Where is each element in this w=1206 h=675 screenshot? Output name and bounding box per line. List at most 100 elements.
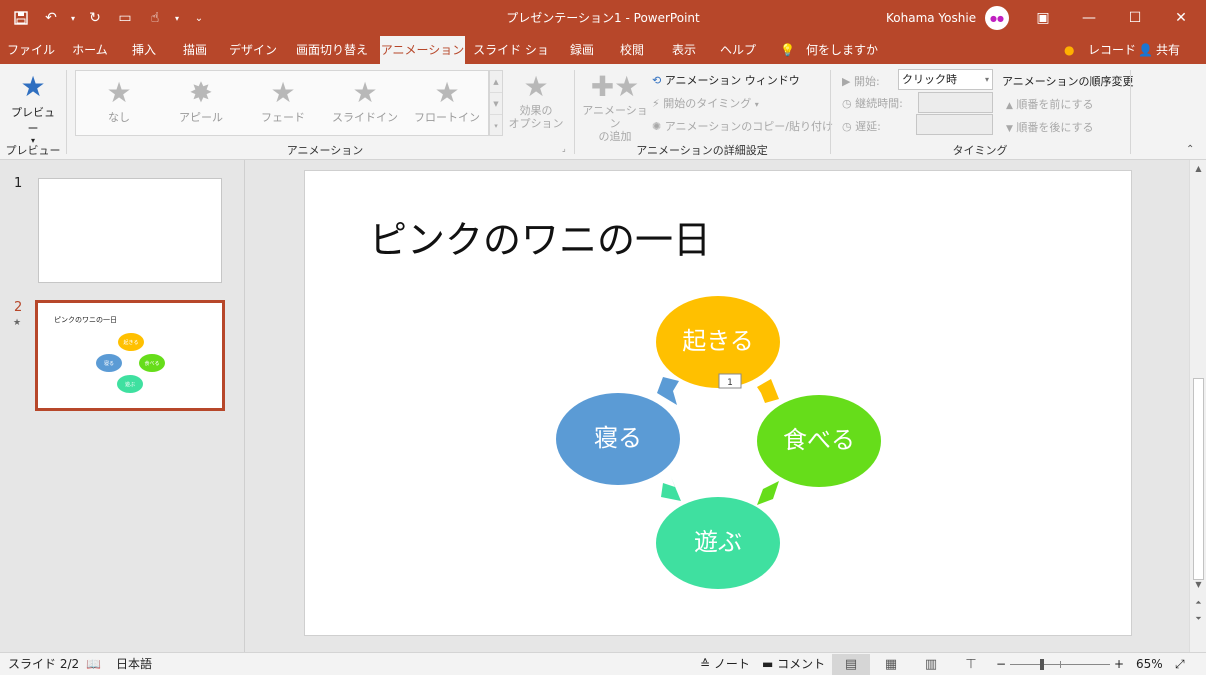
tab-review[interactable]: 校閲 (610, 36, 654, 64)
minimize-icon[interactable]: — (1066, 0, 1112, 36)
thumbnail-number: 1 (14, 176, 23, 191)
status-bar: スライド 2/2 📖 日本語 ≙ ノート ▬ コメント ▤ ▦ ▥ ⊤ − + … (0, 652, 1206, 675)
animation-painter-button[interactable]: ✺ アニメーションのコピー/貼り付け (652, 118, 833, 134)
slide-thumbnail-1[interactable] (38, 178, 222, 283)
tab-design[interactable]: デザイン (224, 36, 282, 64)
thumbnail-diagram: 起きる 食べる 遊ぶ 寝る (96, 333, 165, 393)
advanced-group-label: アニメーションの詳細設定 (636, 144, 768, 157)
vertical-scrollbar[interactable]: ▲ ▼ ⏶ ⏷ (1189, 160, 1206, 652)
add-animation-button[interactable]: ✚★ アニメーション の追加 (580, 70, 650, 143)
gallery-scroll[interactable]: ▲ ▼ ▾ (489, 70, 503, 136)
chevron-down-icon: ▾ (754, 100, 759, 109)
move-earlier-button[interactable]: ▲ 順番を前にする (1006, 96, 1094, 112)
delay-spinner[interactable] (916, 114, 993, 135)
accessibility-icon[interactable]: 📖 (86, 653, 101, 675)
animation-gallery: ★ なし ✸ アピール ★ フェード ★ スライドイン ★ フロートイン (75, 70, 489, 136)
share-button[interactable]: 共有 (1156, 36, 1180, 64)
thumb-node-label: 食べる (144, 360, 159, 367)
preview-label: プレビュー (11, 106, 55, 135)
lightning-icon: ⚡ (652, 97, 660, 110)
zoom-slider-center (1060, 661, 1061, 668)
triangle-up-icon: ▲ (1006, 101, 1013, 111)
scroll-thumb[interactable] (1193, 378, 1204, 580)
move-later-button[interactable]: ▼ 順番を後にする (1006, 119, 1094, 135)
tab-home[interactable]: ホーム (64, 36, 116, 64)
slide-canvas[interactable]: ピンクのワニの一日 起きる 食べる 遊ぶ 寝る 1 (304, 170, 1132, 636)
cycle-diagram: 起きる 食べる 遊ぶ 寝る 1 (556, 296, 881, 589)
reorder-title: アニメーションの順序変更 (1002, 75, 1134, 88)
tab-help[interactable]: ヘルプ (714, 36, 762, 64)
scroll-up-icon[interactable]: ▲ (1190, 162, 1206, 176)
zoom-slider[interactable] (1010, 659, 1110, 670)
zoom-level[interactable]: 65% (1136, 653, 1163, 675)
slide-sorter-icon[interactable]: ▦ (872, 654, 910, 675)
animation-order-number: 1 (727, 378, 733, 388)
gallery-more-icon[interactable]: ▾ (490, 115, 502, 137)
star-icon: ★ (106, 76, 132, 109)
maximize-icon[interactable]: ☐ (1112, 0, 1158, 36)
tab-insert[interactable]: 挿入 (122, 36, 166, 64)
close-icon[interactable]: ✕ (1158, 0, 1204, 36)
animation-pane-button[interactable]: ⟲ アニメーション ウィンドウ (652, 72, 800, 88)
divider (66, 70, 67, 154)
gallery-item-fade[interactable]: ★ フェード (248, 77, 318, 131)
tab-draw[interactable]: 描画 (172, 36, 218, 64)
avatar[interactable]: ●● (985, 6, 1009, 30)
tab-record[interactable]: 録画 (560, 36, 604, 64)
ribbon-display-options-icon[interactable]: ▣ (1020, 0, 1066, 36)
triangle-down-icon: ▼ (1006, 124, 1013, 134)
tab-animations[interactable]: アニメーション (380, 36, 465, 64)
record-dot-icon: ● (1064, 43, 1075, 57)
next-slide-icon[interactable]: ⏷ (1190, 612, 1206, 626)
zoom-slider-thumb[interactable] (1040, 659, 1044, 670)
tab-view[interactable]: 表示 (662, 36, 706, 64)
comment-icon: ▬ (762, 657, 774, 671)
trigger-button[interactable]: ⚡ 開始のタイミング ▾ (652, 95, 759, 111)
preview-star-icon: ★ (20, 70, 46, 103)
gallery-item-fly-in[interactable]: ★ スライドイン (330, 77, 400, 131)
comments-button[interactable]: ▬ コメント (762, 653, 825, 675)
gallery-item-float-in[interactable]: ★ フロートイン (412, 77, 482, 131)
animation-group-label: アニメーション (286, 144, 364, 157)
tell-me-box[interactable]: 何をしますか (806, 36, 878, 64)
duration-spinner[interactable] (918, 92, 993, 113)
normal-view-icon[interactable]: ▤ (832, 654, 870, 675)
clock-icon: ◷ (842, 120, 852, 133)
gallery-up-icon[interactable]: ▲ (490, 71, 502, 93)
arrow-eat-to-play (757, 481, 779, 505)
dialog-launcher-icon[interactable]: ⌟ (562, 144, 566, 153)
scroll-down-icon[interactable]: ▼ (1190, 578, 1206, 592)
reading-view-icon[interactable]: ▥ (912, 654, 950, 675)
animation-pane-icon: ⟲ (652, 74, 662, 87)
tab-transitions[interactable]: 画面切り替え (290, 36, 374, 64)
previous-slide-icon[interactable]: ⏶ (1190, 596, 1206, 610)
add-animation-star-icon: ✚★ (590, 70, 640, 103)
node-label: 寝る (594, 424, 642, 452)
user-name[interactable]: Kohama Yoshie (886, 0, 976, 36)
collapse-ribbon-icon[interactable]: ⌃ (1186, 144, 1194, 155)
start-label: ▶ 開始: (842, 75, 880, 88)
zoom-out-icon[interactable]: − (996, 653, 1006, 675)
node-label: 遊ぶ (694, 528, 742, 556)
divider (1130, 70, 1131, 154)
gallery-item-none[interactable]: ★ なし (84, 77, 154, 131)
slide-info: スライド 2/2 (8, 657, 80, 671)
preview-button[interactable]: ★ プレビュー ▾ (6, 70, 60, 145)
arrow-wake-to-eat (757, 379, 779, 403)
zoom-in-icon[interactable]: + (1114, 653, 1124, 675)
tab-slideshow[interactable]: スライド ショー (470, 36, 552, 85)
chevron-down-icon: ▾ (984, 75, 989, 84)
thumbnail-number: 2 (14, 300, 23, 315)
record-button[interactable]: レコード (1088, 36, 1136, 64)
start-select[interactable]: クリック時 ▾ (898, 69, 993, 90)
effect-options-button[interactable]: ★ 効果の オプション (506, 70, 566, 136)
tab-file[interactable]: ファイル (6, 36, 56, 64)
language[interactable]: 日本語 (116, 653, 152, 675)
node-label: 食べる (783, 426, 855, 454)
notes-button[interactable]: ≙ ノート (700, 653, 750, 675)
fit-to-window-icon[interactable]: ⤢ (1175, 653, 1185, 675)
slide-thumbnail-2[interactable]: ピンクのワニの一日 起きる 食べる 遊ぶ 寝る (35, 300, 225, 411)
slideshow-icon[interactable]: ⊤ (952, 654, 990, 675)
gallery-item-appear[interactable]: ✸ アピール (166, 77, 236, 131)
gallery-down-icon[interactable]: ▼ (490, 93, 502, 115)
